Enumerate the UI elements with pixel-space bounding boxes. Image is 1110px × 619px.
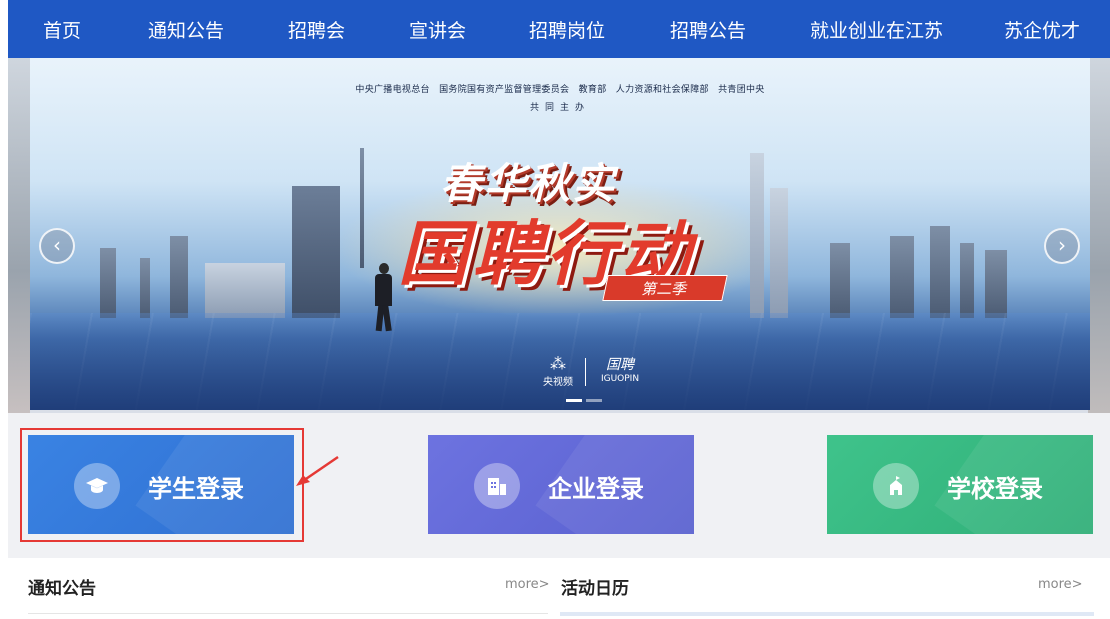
building-icon xyxy=(474,463,520,509)
skyline-building xyxy=(960,243,974,318)
cctv-logo-icon: ⁂ xyxy=(550,354,566,373)
login-section: 学生登录 企业登录 学校登录 xyxy=(8,413,1110,558)
notices-section-title: 通知公告 xyxy=(28,579,96,599)
guopin-logo: 国聘 IGUOPIN xyxy=(592,354,648,384)
carousel-dot-1[interactable] xyxy=(566,399,582,402)
skyline-tower xyxy=(770,188,788,318)
chevron-left-icon: ‹ xyxy=(53,233,61,257)
nav-item-notices[interactable]: 通知公告 xyxy=(148,16,224,43)
notices-divider xyxy=(28,613,548,614)
cctv-logo: ⁂ 央视频 xyxy=(538,354,578,388)
carousel-indicators xyxy=(566,399,606,403)
skyline-tower xyxy=(750,153,764,318)
school-login-label: 学校登录 xyxy=(947,475,1043,503)
skyline-building xyxy=(205,263,285,318)
nav-item-home[interactable]: 首页 xyxy=(43,16,81,43)
skyline-building xyxy=(930,226,950,318)
banner-season-badge: 第二季 xyxy=(602,275,728,301)
graduation-cap-icon xyxy=(74,463,120,509)
school-icon xyxy=(873,463,919,509)
skyline-building xyxy=(890,236,914,318)
school-login-button[interactable]: 学校登录 xyxy=(827,435,1093,534)
banner-organizers: 中央广播电视总台 国务院国有资产监督管理委员会 教育部 人力资源和社会保障部 共… xyxy=(355,85,765,95)
skyline-building xyxy=(830,243,850,318)
calendar-more-link[interactable]: more> xyxy=(1038,577,1083,592)
skyline-spire xyxy=(360,148,364,268)
skyline-building xyxy=(140,258,150,318)
guopin-logo-mark: 国聘 xyxy=(606,357,634,373)
nav-item-info-session[interactable]: 宣讲会 xyxy=(409,16,466,43)
skyline-building xyxy=(170,236,188,318)
pointer-arrow-icon xyxy=(296,455,339,486)
nav-item-positions[interactable]: 招聘岗位 xyxy=(529,16,605,43)
carousel-next-button[interactable]: › xyxy=(1044,228,1080,264)
top-nav: 首页 通知公告 招聘会 宣讲会 招聘岗位 招聘公告 就业创业在江苏 苏企优才 xyxy=(8,0,1110,58)
businessman-figure xyxy=(370,263,396,332)
logo-divider xyxy=(585,358,586,386)
banner-side-left xyxy=(8,58,30,413)
chevron-right-icon: › xyxy=(1058,233,1066,257)
nav-item-announcements[interactable]: 招聘公告 xyxy=(670,16,746,43)
notices-more-link[interactable]: more> xyxy=(505,577,550,592)
company-login-label: 企业登录 xyxy=(548,475,644,503)
carousel-dot-2[interactable] xyxy=(586,399,602,402)
cctv-logo-text: 央视频 xyxy=(543,377,573,388)
calendar-divider xyxy=(560,612,1094,616)
guopin-logo-text: IGUOPIN xyxy=(600,374,640,384)
banner-carousel[interactable]: 中央广播电视总台 国务院国有资产监督管理委员会 教育部 人力资源和社会保障部 共… xyxy=(8,58,1110,413)
banner-side-right xyxy=(1088,58,1110,413)
skyline-building xyxy=(100,248,116,318)
nav-item-job-fair[interactable]: 招聘会 xyxy=(288,16,345,43)
banner-organizers-suffix: 共同主办 xyxy=(529,103,590,113)
carousel-prev-button[interactable]: ‹ xyxy=(39,228,75,264)
student-login-label: 学生登录 xyxy=(148,475,244,503)
nav-item-suqi-talent[interactable]: 苏企优才 xyxy=(1004,16,1080,43)
skyline-tower xyxy=(292,186,340,318)
student-login-button[interactable]: 学生登录 xyxy=(28,435,294,534)
nav-item-jiangsu-employment[interactable]: 就业创业在江苏 xyxy=(810,16,943,43)
calendar-section-title: 活动日历 xyxy=(561,579,629,599)
company-login-button[interactable]: 企业登录 xyxy=(428,435,694,534)
banner-slide[interactable]: 中央广播电视总台 国务院国有资产监督管理委员会 教育部 人力资源和社会保障部 共… xyxy=(30,58,1090,410)
skyline-building xyxy=(985,250,1007,318)
